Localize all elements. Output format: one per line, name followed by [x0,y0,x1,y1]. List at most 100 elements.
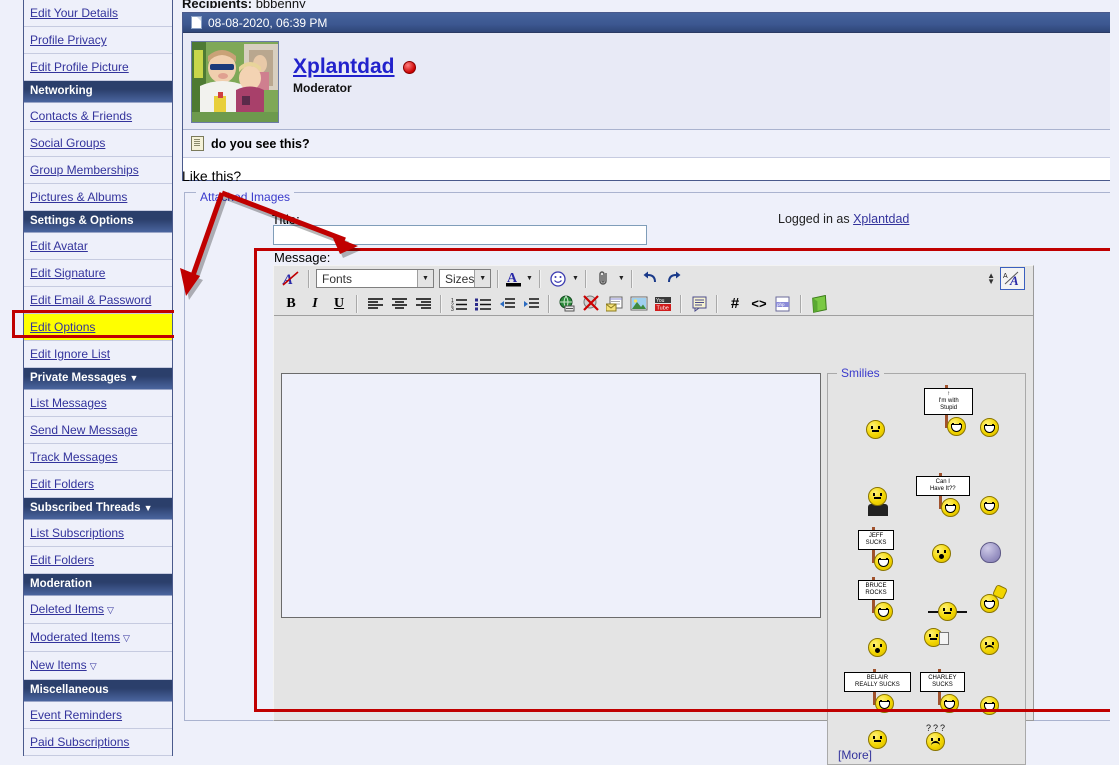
insert-email-icon[interactable] [604,293,626,314]
sidebar-item-label[interactable]: New Items [30,658,87,672]
sidebar-item-label[interactable]: Social Groups [30,136,105,150]
sidebar-item-label[interactable]: List Subscriptions [30,526,124,540]
smiley-wink[interactable] [868,730,887,749]
smiley-confused-question[interactable]: ??? [926,724,947,751]
sidebar-item-label[interactable]: Edit Ignore List [30,347,110,361]
sidebar-item-edit-folders[interactable]: Edit Folders [24,471,172,498]
sidebar-item-pictures-albums[interactable]: Pictures & Albums [24,184,172,211]
paperclip-icon[interactable] [593,268,615,289]
sidebar-item-moderated-items[interactable]: Moderated Items ▽ [24,624,172,652]
sidebar-item-label[interactable]: Contacts & Friends [30,109,132,123]
sidebar-item-label[interactable]: Profile Privacy [30,33,107,47]
sidebar-item-label[interactable]: Edit Signature [30,266,105,280]
insert-video-icon[interactable]: You Tube [652,293,674,314]
sidebar-item-label[interactable]: Deleted Items [30,602,104,616]
title-input[interactable] [273,225,647,245]
smilies-more-link[interactable]: [More] [838,748,872,762]
smiley-shrug[interactable] [928,602,967,621]
insert-link-icon[interactable] [556,293,578,314]
indent-icon[interactable] [520,293,542,314]
align-center-icon[interactable] [388,293,410,314]
smiley-surprised[interactable] [932,544,951,563]
sidebar-item-label[interactable]: Event Reminders [30,708,122,722]
sidebar-item-edit-signature[interactable]: Edit Signature [24,260,172,287]
sidebar-item-edit-your-details[interactable]: Edit Your Details [24,0,172,27]
align-left-icon[interactable] [364,293,386,314]
code-button[interactable]: <> [748,293,770,314]
attach-chevron-icon[interactable]: ▼ [618,275,625,282]
insert-image-icon[interactable] [628,293,650,314]
sidebar-item-label[interactable]: Edit Avatar [30,239,88,253]
avatar[interactable] [191,41,279,123]
sidebar-item-send-new-message[interactable]: Send New Message [24,417,172,444]
hash-button[interactable]: # [724,293,746,314]
sidebar-item-edit-email-password[interactable]: Edit Email & Password [24,287,172,314]
sidebar-item-label[interactable]: Edit Folders [30,553,94,567]
sidebar-item-label[interactable]: Track Messages [30,450,118,464]
insert-quote-icon[interactable] [688,293,710,314]
smilie-chevron-icon[interactable]: ▼ [572,275,579,282]
smiley-big-grin[interactable] [980,496,999,515]
sidebar-item-edit-ignore-list[interactable]: Edit Ignore List [24,341,172,368]
sidebar-item-label[interactable]: Group Memberships [30,163,139,177]
sidebar-item-label[interactable]: Moderated Items [30,630,120,644]
post-author-username[interactable]: Xplantdad [293,55,395,79]
outdent-icon[interactable] [496,293,518,314]
smiley-confused[interactable] [866,420,885,439]
sidebar-item-new-items[interactable]: New Items ▽ [24,652,172,680]
message-textarea[interactable] [281,373,821,618]
font-color-icon[interactable]: A [505,268,523,289]
align-right-icon[interactable] [412,293,434,314]
sidebar-item-label[interactable]: Pictures & Albums [30,190,127,204]
undo-icon[interactable] [639,268,661,289]
smiley-wave[interactable] [980,584,1008,613]
smiley-grin[interactable] [980,696,999,715]
font-size-select[interactable]: Sizes ▼ [439,269,491,288]
ordered-list-icon[interactable]: 1 2 3 [448,293,470,314]
sidebar-item-label[interactable]: Send New Message [30,423,137,437]
sidebar-item-edit-options[interactable]: Edit Options [24,314,172,341]
sidebar-item-label[interactable]: List Messages [30,396,107,410]
font-family-select[interactable]: Fonts ▼ [316,269,434,288]
sidebar-item-edit-folders[interactable]: Edit Folders [24,547,172,574]
sidebar-item-label[interactable]: Edit Your Details [30,6,118,20]
smiley-blob-guy[interactable] [980,542,1001,563]
highlight-icon[interactable] [808,293,830,314]
sidebar-item-edit-profile-picture[interactable]: Edit Profile Picture [24,54,172,81]
sidebar-item-contacts-friends[interactable]: Contacts & Friends [24,103,172,130]
redo-icon[interactable] [663,268,685,289]
sidebar-item-label[interactable]: Edit Profile Picture [30,60,129,74]
sidebar-item-label[interactable]: Edit Options [30,320,95,334]
toggle-wysiwyg-button[interactable]: A A [1000,267,1025,290]
editor-resize-handle[interactable]: ▲ ▼ [987,271,995,285]
sidebar-item-list-subscriptions[interactable]: List Subscriptions [24,520,172,547]
smiley-drink[interactable] [924,628,949,647]
bold-button[interactable]: B [280,293,302,314]
sidebar-item-paid-subscriptions[interactable]: Paid Subscriptions [24,729,172,756]
sidebar-item-track-messages[interactable]: Track Messages [24,444,172,471]
logged-in-username-link[interactable]: Xplantdad [853,212,909,226]
underline-button[interactable]: U [328,293,350,314]
sidebar-item-label[interactable]: Paid Subscriptions [30,735,129,749]
chevron-down-outline-icon: ▽ [89,661,97,671]
sidebar-item-edit-avatar[interactable]: Edit Avatar [24,233,172,260]
font-color-chevron-icon[interactable]: ▼ [526,275,533,282]
sidebar-item-profile-privacy[interactable]: Profile Privacy [24,27,172,54]
sidebar-item-list-messages[interactable]: List Messages [24,390,172,417]
sidebar-item-social-groups[interactable]: Social Groups [24,130,172,157]
smilie-icon[interactable] [547,268,569,289]
remove-formatting-icon[interactable]: A [280,268,302,289]
smiley-sneaky[interactable] [868,487,888,516]
sidebar-item-group-memberships[interactable]: Group Memberships [24,157,172,184]
php-icon[interactable]: php [772,293,794,314]
italic-button[interactable]: I [304,293,326,314]
sidebar-item-deleted-items[interactable]: Deleted Items ▽ [24,596,172,624]
sidebar-item-label[interactable]: Edit Email & Password [30,293,151,307]
bullet-list-icon[interactable] [472,293,494,314]
remove-link-icon[interactable] [580,293,602,314]
smiley-cool-grin[interactable] [980,418,999,437]
smiley-shocked[interactable] [868,638,887,657]
sidebar-item-event-reminders[interactable]: Event Reminders [24,702,172,729]
sidebar-item-label[interactable]: Edit Folders [30,477,94,491]
smiley-frown[interactable] [980,636,999,655]
